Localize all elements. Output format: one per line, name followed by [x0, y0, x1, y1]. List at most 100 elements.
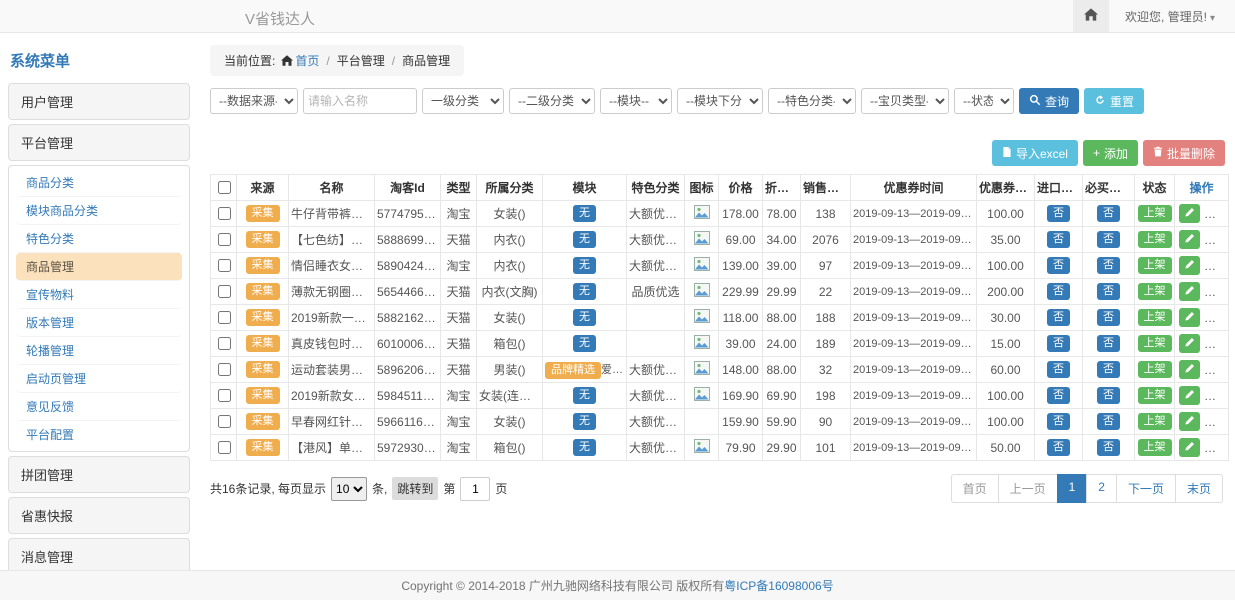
module-badge[interactable]: 品牌精选: [545, 362, 601, 379]
add-button[interactable]: +添加: [1083, 140, 1138, 166]
per-page-select[interactable]: 10: [331, 477, 367, 501]
sidebar-item-platform-config[interactable]: 平台配置: [16, 421, 182, 448]
module-badge[interactable]: 无: [573, 205, 596, 222]
module-badge[interactable]: 无: [573, 335, 596, 352]
pager-next[interactable]: 下一页: [1116, 474, 1176, 503]
must-buy-badge[interactable]: 否: [1097, 283, 1120, 300]
edit-button[interactable]: [1179, 230, 1200, 249]
module-badge[interactable]: 无: [573, 283, 596, 300]
edit-button[interactable]: [1179, 360, 1200, 379]
row-checkbox[interactable]: [218, 441, 231, 454]
item-type-select[interactable]: --宝贝类型--: [861, 88, 949, 114]
must-buy-badge[interactable]: 否: [1097, 413, 1120, 430]
edit-button[interactable]: [1179, 386, 1200, 405]
icp-link[interactable]: 粤ICP备16098006号: [724, 577, 833, 594]
sidebar-item-module-goods-category[interactable]: 模块商品分类: [16, 197, 182, 225]
batch-delete-button[interactable]: 批量删除: [1143, 140, 1225, 166]
status-badge[interactable]: 上架: [1138, 231, 1172, 248]
row-checkbox[interactable]: [218, 233, 231, 246]
pager-first[interactable]: 首页: [951, 474, 999, 503]
status-badge[interactable]: 上架: [1138, 335, 1172, 352]
row-checkbox[interactable]: [218, 311, 231, 324]
sidebar-item-carousel-management[interactable]: 轮播管理: [16, 337, 182, 365]
edit-button[interactable]: [1179, 438, 1200, 457]
import-select-badge[interactable]: 否: [1047, 283, 1070, 300]
import-select-badge[interactable]: 否: [1047, 387, 1070, 404]
pager-last[interactable]: 末页: [1175, 474, 1223, 503]
import-excel-button[interactable]: 导入excel: [992, 140, 1078, 166]
import-select-badge[interactable]: 否: [1047, 231, 1070, 248]
pager-prev[interactable]: 上一页: [998, 474, 1058, 503]
search-button[interactable]: 查询: [1019, 88, 1079, 114]
module-badge[interactable]: 无: [573, 413, 596, 430]
sidebar-group-user[interactable]: 用户管理: [8, 83, 190, 120]
jump-page-input[interactable]: [460, 477, 490, 501]
sidebar-group-express[interactable]: 省惠快报: [8, 497, 190, 534]
module-badge[interactable]: 无: [573, 231, 596, 248]
reset-button[interactable]: 重置: [1084, 88, 1144, 114]
row-checkbox[interactable]: [218, 285, 231, 298]
must-buy-badge[interactable]: 否: [1097, 309, 1120, 326]
user-menu[interactable]: 欢迎您, 管理员!▾: [1125, 8, 1215, 25]
status-badge[interactable]: 上架: [1138, 205, 1172, 222]
home-button[interactable]: [1073, 0, 1109, 32]
must-buy-badge[interactable]: 否: [1097, 439, 1120, 456]
edit-button[interactable]: [1179, 308, 1200, 327]
import-select-badge[interactable]: 否: [1047, 361, 1070, 378]
status-badge[interactable]: 上架: [1138, 361, 1172, 378]
status-select[interactable]: --状态--: [954, 88, 1014, 114]
status-badge[interactable]: 上架: [1138, 309, 1172, 326]
must-buy-badge[interactable]: 否: [1097, 205, 1120, 222]
import-select-badge[interactable]: 否: [1047, 335, 1070, 352]
select-all-checkbox[interactable]: [218, 181, 231, 194]
sidebar-item-promo-material[interactable]: 宣传物料: [16, 281, 182, 309]
status-badge[interactable]: 上架: [1138, 283, 1172, 300]
row-checkbox[interactable]: [218, 389, 231, 402]
import-select-badge[interactable]: 否: [1047, 205, 1070, 222]
status-badge[interactable]: 上架: [1138, 439, 1172, 456]
module-select[interactable]: --模块--: [600, 88, 672, 114]
status-badge[interactable]: 上架: [1138, 257, 1172, 274]
sidebar-group-groupbuy[interactable]: 拼团管理: [8, 456, 190, 493]
must-buy-badge[interactable]: 否: [1097, 335, 1120, 352]
edit-button[interactable]: [1179, 412, 1200, 431]
sidebar-item-feature-category[interactable]: 特色分类: [16, 225, 182, 253]
level1-category-select[interactable]: 一级分类: [422, 88, 504, 114]
import-select-badge[interactable]: 否: [1047, 309, 1070, 326]
must-buy-badge[interactable]: 否: [1097, 257, 1120, 274]
name-search-input[interactable]: [303, 88, 417, 114]
import-select-badge[interactable]: 否: [1047, 439, 1070, 456]
module-badge[interactable]: 无: [573, 257, 596, 274]
sidebar-item-goods-management[interactable]: 商品管理: [16, 253, 182, 281]
edit-button[interactable]: [1179, 204, 1200, 223]
status-badge[interactable]: 上架: [1138, 413, 1172, 430]
import-select-badge[interactable]: 否: [1047, 257, 1070, 274]
sidebar-item-goods-category[interactable]: 商品分类: [16, 169, 182, 197]
pager-page-2[interactable]: 2: [1086, 474, 1117, 503]
row-checkbox[interactable]: [218, 207, 231, 220]
row-checkbox[interactable]: [218, 363, 231, 376]
must-buy-badge[interactable]: 否: [1097, 361, 1120, 378]
module-badge[interactable]: 无: [573, 309, 596, 326]
level2-category-select[interactable]: --二级分类--: [509, 88, 595, 114]
module-badge[interactable]: 无: [573, 439, 596, 456]
edit-button[interactable]: [1179, 334, 1200, 353]
sidebar-item-splash-management[interactable]: 启动页管理: [16, 365, 182, 393]
must-buy-badge[interactable]: 否: [1097, 387, 1120, 404]
jump-button[interactable]: 跳转到: [392, 477, 438, 500]
edit-button[interactable]: [1179, 256, 1200, 275]
row-checkbox[interactable]: [218, 337, 231, 350]
feature-category-select[interactable]: --特色分类--: [768, 88, 856, 114]
import-select-badge[interactable]: 否: [1047, 413, 1070, 430]
pager-page-1[interactable]: 1: [1057, 474, 1088, 503]
must-buy-badge[interactable]: 否: [1097, 231, 1120, 248]
sidebar-item-version-management[interactable]: 版本管理: [16, 309, 182, 337]
row-checkbox[interactable]: [218, 415, 231, 428]
breadcrumb-home-link[interactable]: 首页: [295, 54, 319, 68]
module-badge[interactable]: 无: [573, 387, 596, 404]
module-subcategory-select[interactable]: --模块下分类--: [677, 88, 763, 114]
sidebar-group-platform[interactable]: 平台管理: [8, 124, 190, 161]
data-source-select[interactable]: --数据来源--: [210, 88, 298, 114]
sidebar-item-feedback[interactable]: 意见反馈: [16, 393, 182, 421]
status-badge[interactable]: 上架: [1138, 387, 1172, 404]
